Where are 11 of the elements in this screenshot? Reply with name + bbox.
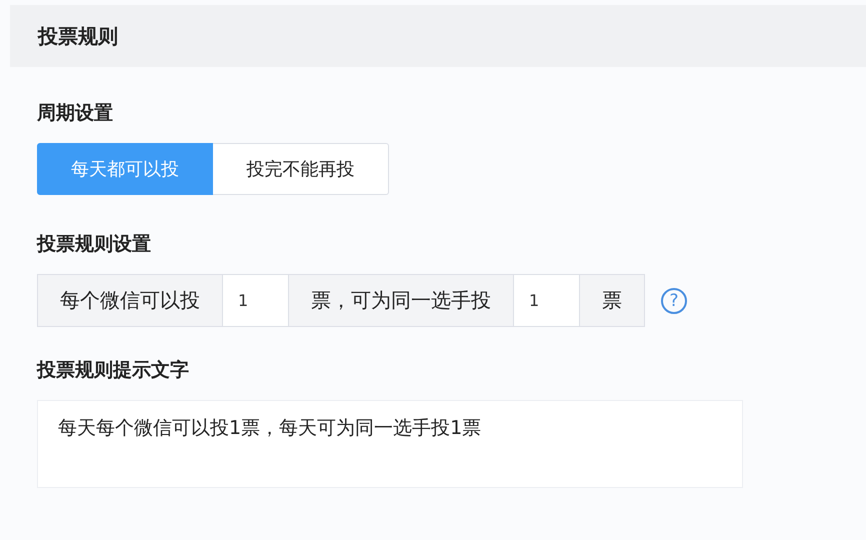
field-label: 周期设置 [37, 101, 113, 126]
field-label: 投票规则设置 [37, 232, 151, 257]
section-title: 投票规则 [38, 22, 118, 50]
input-field[interactable]: 1 [513, 275, 579, 326]
input-field[interactable]: 1 [222, 275, 288, 326]
input-addon: 票 [579, 275, 644, 326]
field-label: 投票规则提示文字 [37, 358, 189, 383]
input-addon: 每个微信可以投 [38, 275, 222, 326]
input-addon: 票，可为同一选手投 [288, 275, 513, 326]
text-area[interactable]: 每天每个微信可以投1票，每天可为同一选手投1票 [37, 400, 743, 488]
segment-option[interactable]: 投完不能再投 [213, 143, 389, 195]
